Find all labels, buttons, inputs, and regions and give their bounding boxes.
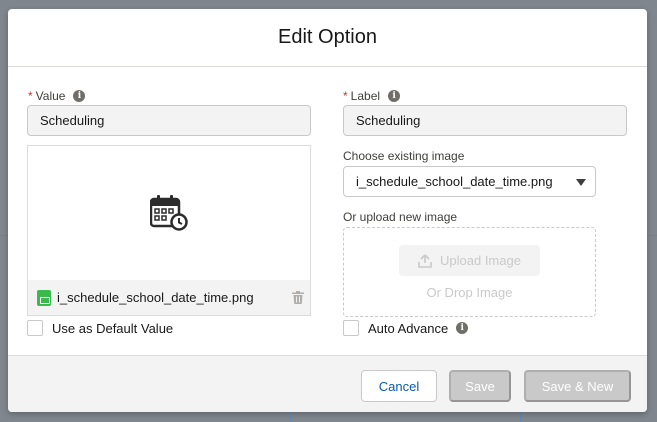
- auto-advance-checkbox[interactable]: [343, 320, 359, 336]
- calendar-clock-icon: [150, 195, 188, 231]
- label-label-text: Label: [350, 89, 381, 103]
- modal-header: Edit Option: [8, 9, 647, 67]
- existing-image-select[interactable]: i_schedule_school_date_time.png: [343, 166, 596, 197]
- chevron-down-icon: [576, 179, 586, 186]
- info-icon[interactable]: i: [73, 90, 86, 102]
- image-file-row: i_schedule_school_date_time.png: [28, 280, 310, 315]
- info-icon[interactable]: i: [388, 90, 401, 102]
- drop-image-text: Or Drop Image: [426, 285, 513, 300]
- label-field-label: * Label i: [343, 89, 401, 103]
- value-field-label: * Value i: [28, 89, 86, 103]
- image-file-name: i_schedule_school_date_time.png: [57, 290, 254, 305]
- existing-image-label: Choose existing image: [343, 149, 464, 163]
- modal-footer: Cancel Save Save & New: [8, 355, 647, 412]
- image-preview-area: [28, 146, 310, 280]
- required-marker: *: [28, 89, 33, 103]
- upload-label-text: Or upload new image: [343, 210, 458, 224]
- edit-option-modal: Edit Option * Value i Scheduling i_sched…: [8, 9, 647, 412]
- save-button[interactable]: Save: [449, 370, 511, 402]
- auto-advance-label: Auto Advance: [368, 320, 449, 336]
- image-preview-card: i_schedule_school_date_time.png: [27, 145, 311, 316]
- save-and-new-button[interactable]: Save & New: [524, 370, 631, 402]
- auto-advance-option[interactable]: Auto Advance i: [343, 320, 469, 336]
- modal-title: Edit Option: [278, 26, 377, 48]
- default-value-label: Use as Default Value: [52, 320, 174, 336]
- upload-label: Or upload new image: [343, 210, 457, 224]
- default-value-checkbox[interactable]: [27, 320, 43, 336]
- existing-image-selected: i_schedule_school_date_time.png: [356, 174, 553, 189]
- required-marker: *: [343, 89, 348, 103]
- cancel-button[interactable]: Cancel: [361, 370, 437, 402]
- trash-icon[interactable]: [292, 291, 304, 304]
- label-input[interactable]: Scheduling: [343, 105, 627, 136]
- upload-image-button[interactable]: Upload Image: [399, 245, 540, 276]
- upload-icon: [418, 253, 432, 268]
- modal-body: * Value i Scheduling i_schedule_school_d…: [8, 67, 647, 354]
- value-label-text: Value: [35, 89, 66, 103]
- image-file-icon: [37, 289, 51, 306]
- upload-button-label: Upload Image: [440, 253, 521, 268]
- info-icon[interactable]: i: [456, 322, 469, 334]
- value-input[interactable]: Scheduling: [27, 105, 311, 136]
- default-value-option[interactable]: Use as Default Value: [27, 320, 173, 336]
- existing-image-label-text: Choose existing image: [343, 149, 465, 163]
- image-drop-zone[interactable]: Upload Image Or Drop Image: [343, 227, 596, 317]
